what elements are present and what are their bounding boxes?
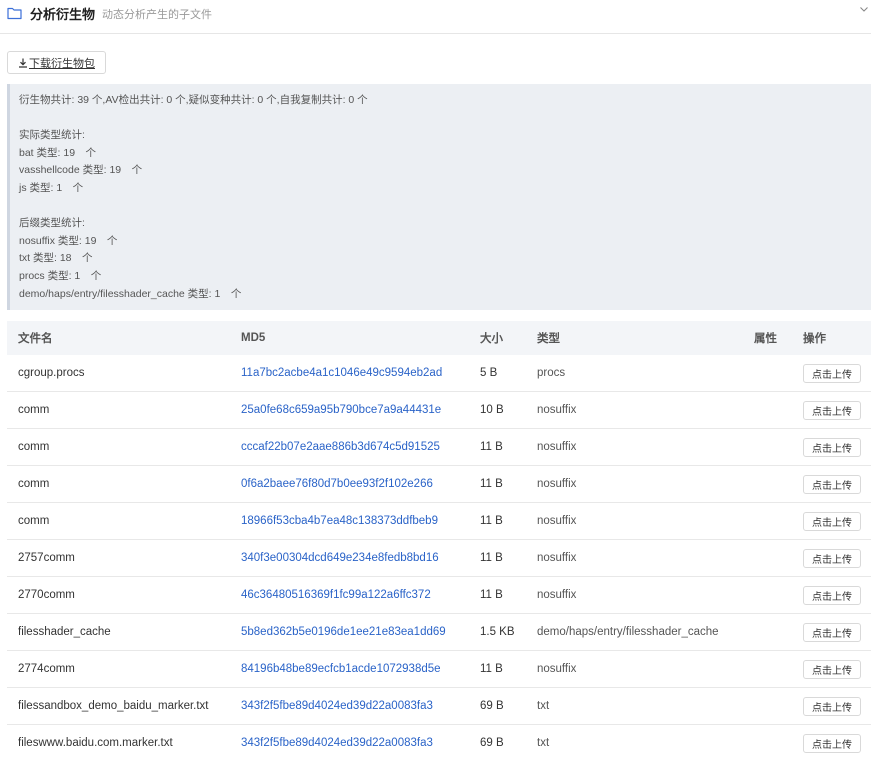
md5-link[interactable]: 343f2f5fbe89d4024ed39d22a0083fa3: [241, 688, 433, 724]
upload-button[interactable]: 点击上传: [803, 363, 861, 383]
suffix-type-item: nosuffix 类型: 19 个: [19, 234, 118, 247]
file-size: 11 B: [480, 515, 503, 527]
file-size: 11 B: [480, 663, 503, 675]
file-type: procs: [537, 367, 566, 379]
upload-button[interactable]: 点击上传: [803, 474, 861, 494]
file-name: comm: [18, 478, 50, 490]
table-row: comm 18966f53cba4b7ea48c138373ddfbeb9 11…: [7, 503, 871, 540]
suffix-type-item: procs 类型: 1 个: [19, 269, 102, 282]
file-type: nosuffix: [537, 552, 577, 564]
file-type: nosuffix: [537, 663, 577, 675]
file-size: 11 B: [480, 552, 503, 564]
actual-type-item: bat 类型: 19 个: [19, 146, 97, 159]
download-derivatives-button[interactable]: 下载衍生物包: [7, 51, 106, 74]
md5-link[interactable]: 0f6a2baee76f80d7b0ee93f2f102e266: [241, 466, 433, 502]
file-name: 2757comm: [18, 552, 75, 564]
actual-type-item: vasshellcode 类型: 19 个: [19, 164, 143, 177]
upload-button[interactable]: 点击上传: [803, 511, 861, 531]
file-name: cgroup.procs: [18, 367, 85, 379]
table-row: filesshader_cache 5b8ed362b5e0196de1ee21…: [7, 614, 871, 651]
md5-link[interactable]: 18966f53cba4b7ea48c138373ddfbeb9: [241, 503, 438, 539]
file-size: 69 B: [480, 737, 504, 749]
md5-link[interactable]: 25a0fe68c659a95b790bce7a9a44431e: [241, 392, 441, 428]
file-type: demo/haps/entry/filesshader_cache: [537, 626, 719, 638]
upload-button[interactable]: 点击上传: [803, 659, 861, 679]
column-header-actions: 操作: [803, 333, 826, 345]
file-name: comm: [18, 404, 50, 416]
file-name: 2774comm: [18, 663, 75, 675]
actual-type-item: js 类型: 1 个: [19, 181, 84, 194]
upload-button[interactable]: 点击上传: [803, 585, 861, 605]
table-row: 2770comm 46c36480516369f1fc99a122a6ffc37…: [7, 577, 871, 614]
file-type: nosuffix: [537, 478, 577, 490]
download-icon: [19, 58, 27, 68]
column-header-type: 类型: [537, 333, 560, 345]
download-button-label: 下载衍生物包: [29, 57, 95, 70]
stats-summary: 衍生物共计: 39 个,AV检出共计: 0 个,疑似变种共计: 0 个,自我复制…: [19, 94, 368, 106]
upload-button[interactable]: 点击上传: [803, 696, 861, 716]
suffix-type-item: demo/haps/entry/filesshader_cache 类型: 1 …: [19, 287, 242, 300]
file-type: txt: [537, 737, 550, 749]
file-size: 11 B: [480, 441, 503, 453]
file-name: fileswww.baidu.com.marker.txt: [18, 737, 173, 749]
table-row: fileswww.baidu.com.marker.txt 343f2f5fbe…: [7, 725, 871, 761]
file-type: nosuffix: [537, 515, 577, 527]
file-name: filesshader_cache: [18, 626, 111, 638]
file-name: comm: [18, 441, 50, 453]
section-header[interactable]: 分析衍生物 动态分析产生的子文件: [0, 0, 871, 34]
file-size: 11 B: [480, 478, 503, 490]
upload-button[interactable]: 点击上传: [803, 733, 861, 753]
column-header-filename: 文件名: [18, 333, 53, 345]
file-size: 5 B: [480, 367, 498, 379]
stats-panel: 衍生物共计: 39 个,AV检出共计: 0 个,疑似变种共计: 0 个,自我复制…: [7, 84, 871, 310]
column-header-size: 大小: [480, 333, 503, 345]
table-row: 2774comm 84196b48be89ecfcb1acde1072938d5…: [7, 651, 871, 688]
file-size: 69 B: [480, 700, 504, 712]
table-header: 文件名 MD5 大小 类型 属性 操作: [7, 321, 871, 355]
file-type: nosuffix: [537, 404, 577, 416]
folder-icon: [7, 7, 22, 20]
file-name: 2770comm: [18, 589, 75, 601]
chevron-down-icon[interactable]: [859, 4, 869, 14]
file-size: 1.5 KB: [480, 626, 515, 638]
table-row: cgroup.procs 11a7bc2acbe4a1c1046e49c9594…: [7, 355, 871, 392]
upload-button[interactable]: 点击上传: [803, 622, 861, 642]
md5-link[interactable]: 84196b48be89ecfcb1acde1072938d5e: [241, 651, 441, 687]
table-row: comm cccaf22b07e2aae886b3d674c5d91525 11…: [7, 429, 871, 466]
file-type: nosuffix: [537, 589, 577, 601]
file-type: nosuffix: [537, 441, 577, 453]
upload-button[interactable]: 点击上传: [803, 548, 861, 568]
upload-button[interactable]: 点击上传: [803, 437, 861, 457]
md5-link[interactable]: 340f3e00304dcd649e234e8fedb8bd16: [241, 540, 439, 576]
md5-link[interactable]: 5b8ed362b5e0196de1ee21e83ea1dd69: [241, 614, 446, 650]
table-row: 2757comm 340f3e00304dcd649e234e8fedb8bd1…: [7, 540, 871, 577]
column-header-attributes: 属性: [754, 333, 777, 345]
suffix-type-item: txt 类型: 18 个: [19, 252, 93, 265]
actual-type-heading: 实际类型统计:: [19, 129, 85, 142]
section-title: 分析衍生物: [30, 7, 96, 22]
file-size: 10 B: [480, 404, 504, 416]
table-row: comm 0f6a2baee76f80d7b0ee93f2f102e266 11…: [7, 466, 871, 503]
table-row: comm 25a0fe68c659a95b790bce7a9a44431e 10…: [7, 392, 871, 429]
md5-link[interactable]: 11a7bc2acbe4a1c1046e49c9594eb2ad: [241, 355, 442, 391]
file-size: 11 B: [480, 589, 503, 601]
md5-link[interactable]: cccaf22b07e2aae886b3d674c5d91525: [241, 429, 440, 465]
upload-button[interactable]: 点击上传: [803, 400, 861, 420]
derivatives-table: 文件名 MD5 大小 类型 属性 操作 cgroup.procs 11a7bc2…: [7, 321, 871, 761]
table-row: filessandbox_demo_baidu_marker.txt 343f2…: [7, 688, 871, 725]
md5-link[interactable]: 46c36480516369f1fc99a122a6ffc372: [241, 577, 431, 613]
file-name: comm: [18, 515, 50, 527]
file-name: filessandbox_demo_baidu_marker.txt: [18, 700, 209, 712]
suffix-type-heading: 后缀类型统计:: [19, 217, 85, 230]
section-subtitle: 动态分析产生的子文件: [102, 9, 212, 21]
md5-link[interactable]: 343f2f5fbe89d4024ed39d22a0083fa3: [241, 725, 433, 761]
column-header-md5: MD5: [241, 332, 266, 344]
file-type: txt: [537, 700, 550, 712]
